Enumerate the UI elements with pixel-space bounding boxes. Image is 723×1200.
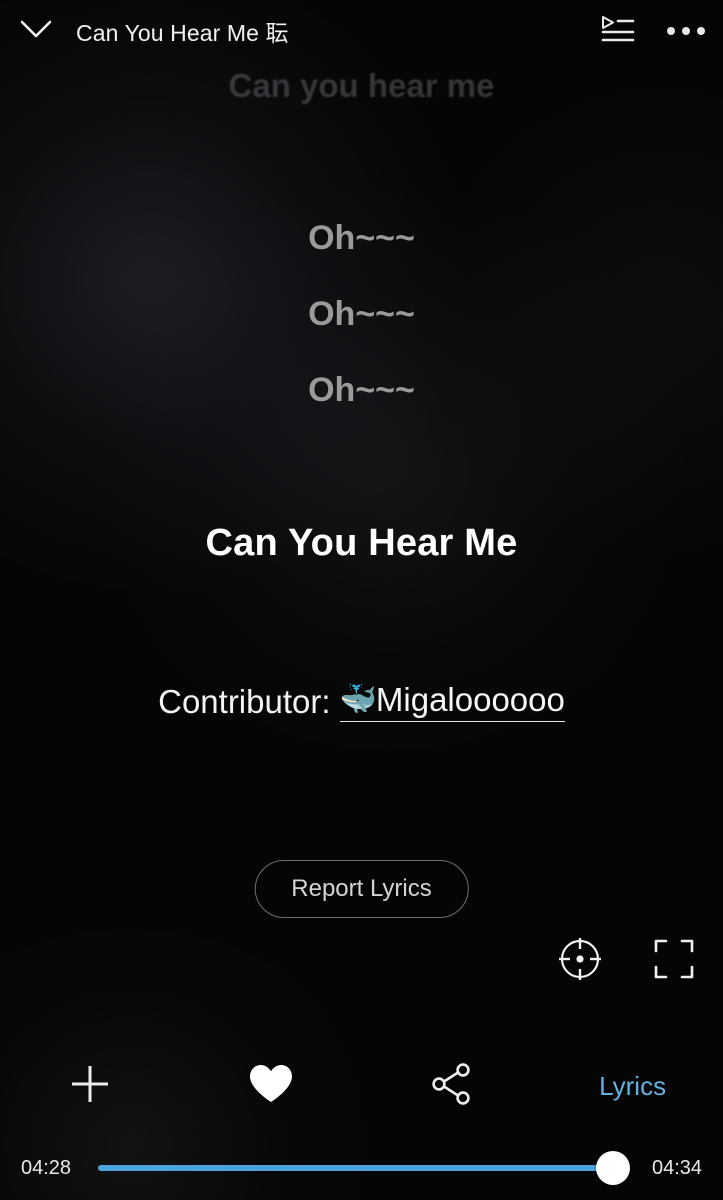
more-options-icon-dot2: [682, 27, 690, 35]
total-time-label: 04:34: [651, 1156, 703, 1179]
more-options-icon-dot3: [697, 27, 705, 35]
now-playing-title: Can You Hear Me 耺: [76, 20, 289, 46]
lyric-line[interactable]: Oh~~~: [0, 219, 723, 258]
fullscreen-lyrics-button[interactable]: [645, 932, 703, 990]
progress-fill: [98, 1165, 614, 1171]
collapse-player-button[interactable]: [0, 0, 72, 62]
more-options-icon: [667, 27, 675, 35]
more-options-button[interactable]: [649, 0, 723, 62]
progress-slider[interactable]: [98, 1148, 631, 1188]
crosshair-target-icon: [557, 936, 603, 987]
progress-thumb[interactable]: [596, 1151, 631, 1185]
favorite-button[interactable]: [181, 1045, 362, 1127]
contributor-name: Migaloooooo: [375, 681, 565, 718]
report-lyrics-button[interactable]: Report Lyrics: [254, 860, 469, 918]
top-bar: Can You Hear Me 耺: [0, 0, 723, 62]
play-queue-icon: [601, 14, 635, 49]
lyric-line[interactable]: Oh~~~: [0, 371, 723, 410]
chevron-down-icon: [19, 18, 53, 45]
lyric-line[interactable]: Oh~~~: [0, 295, 723, 334]
plus-icon: [67, 1061, 113, 1112]
lyrics-scroll-pane[interactable]: Can you hear me Oh~~~ Oh~~~ Oh~~~ Can Yo…: [0, 62, 723, 922]
add-to-playlist-button[interactable]: [0, 1045, 181, 1127]
contributor-link[interactable]: 🐳 Migaloooooo: [339, 681, 565, 722]
contributor-label: Contributor:: [158, 682, 331, 720]
lyrics-tab-label: Lyrics: [599, 1070, 667, 1101]
lyric-line-previous[interactable]: Can you hear me: [0, 67, 723, 105]
share-icon: [429, 1061, 475, 1112]
playback-progress-row: 04:28 04:34: [0, 1143, 723, 1193]
align-lyrics-button[interactable]: [551, 932, 609, 990]
lyrics-song-title: Can You Hear Me: [205, 522, 518, 564]
play-queue-button[interactable]: [587, 0, 649, 62]
contributor-row: Contributor: 🐳 Migaloooooo: [0, 681, 723, 722]
share-button[interactable]: [362, 1045, 543, 1127]
lyrics-utility-row: [551, 932, 703, 990]
current-time-label: 04:28: [20, 1156, 72, 1179]
fullscreen-expand-icon: [652, 937, 696, 986]
heart-filled-icon: [248, 1063, 294, 1110]
player-action-bar: Lyrics: [0, 1045, 723, 1127]
lyrics-tab[interactable]: Lyrics: [542, 1045, 723, 1127]
whale-icon: 🐳: [339, 683, 377, 716]
lyrics-screen: Can You Hear Me 耺 Can you hear me Oh~~~ …: [0, 0, 723, 1200]
